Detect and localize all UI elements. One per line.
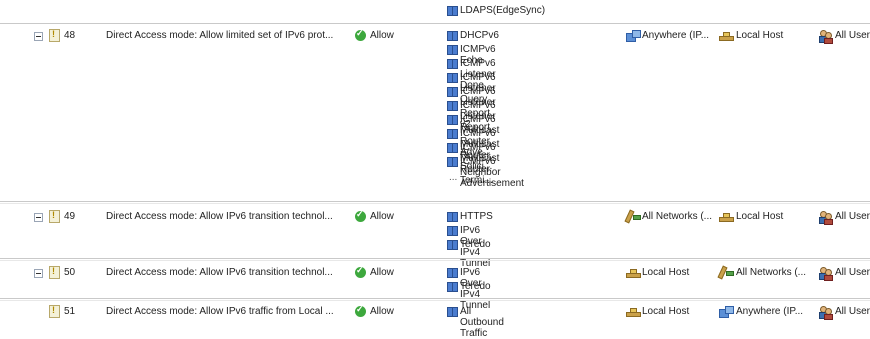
rule-from: Local Host [642, 267, 690, 278]
row-divider [0, 23, 870, 24]
firewall-rule-icon [49, 210, 60, 223]
protocol-icon [447, 87, 458, 97]
collapse-minus-icon[interactable] [34, 32, 43, 41]
firewall-rule-icon [49, 29, 60, 42]
protocol-icon [447, 31, 458, 41]
row-divider [0, 203, 870, 204]
protocol-label: HTTPS [460, 211, 493, 222]
protocol-label: All Outbound Traffic [460, 306, 504, 339]
protocol-label: Teredo [460, 239, 491, 250]
rule-name[interactable]: Direct Access mode: Allow IPv6 transitio… [106, 211, 333, 222]
row-divider [0, 300, 870, 301]
all-networks-icon [717, 265, 734, 280]
protocol-icon [447, 129, 458, 139]
protocol-item: LDAPS(EdgeSync) [447, 5, 587, 19]
row-divider [0, 298, 870, 299]
protocol-label: Teredo [460, 281, 491, 292]
protocol-label: LDAPS(EdgeSync) [460, 5, 546, 16]
protocol-icon [447, 73, 458, 83]
rule-number: 49 [64, 211, 76, 222]
local-host-icon [626, 269, 641, 278]
protocol-icon [447, 307, 458, 317]
collapse-minus-icon[interactable] [34, 213, 43, 222]
rule-name[interactable]: Direct Access mode: Allow IPv6 transitio… [106, 267, 333, 278]
row-divider [0, 201, 870, 202]
firewall-rule-icon [49, 266, 60, 279]
firewall-rule-icon [49, 305, 60, 318]
protocol-label: ICMPv6 Neighbor Advertisement [460, 156, 524, 189]
rule-action: Allow [370, 211, 394, 222]
allow-check-icon [355, 28, 366, 41]
rule-to: Local Host [736, 30, 784, 41]
protocol-icon [447, 59, 458, 69]
rule-number: 51 [64, 306, 76, 317]
rule-users: All User [835, 306, 870, 317]
rule-users: All User [835, 267, 870, 278]
protocol-icon [447, 282, 458, 292]
protocol-icon [447, 6, 458, 16]
users-icon [819, 306, 833, 320]
local-host-icon [626, 308, 641, 317]
rule-number: 50 [64, 267, 76, 278]
allow-check-icon [355, 209, 366, 222]
users-icon [819, 30, 833, 44]
protocol-icon [447, 143, 458, 153]
rule-from: All Networks (... [642, 211, 713, 222]
rule-action: Allow [370, 306, 394, 317]
protocol-icon [447, 45, 458, 55]
rule-users: All User [835, 211, 870, 222]
row-divider [0, 258, 870, 259]
all-networks-icon [624, 209, 641, 224]
collapse-minus-icon[interactable] [34, 269, 43, 278]
protocol-icon [447, 101, 458, 111]
protocol-icon [447, 157, 458, 167]
protocol-label: DHCPv6 [460, 30, 499, 41]
rule-users: All User [835, 30, 870, 41]
local-host-icon [719, 32, 734, 41]
rule-to: Anywhere (IP... [736, 306, 804, 317]
allow-check-icon [355, 304, 366, 317]
rule-from: Local Host [642, 306, 690, 317]
protocol-icon [447, 240, 458, 250]
rule-action: Allow [370, 267, 394, 278]
rule-to: Local Host [736, 211, 784, 222]
allow-check-icon [355, 265, 366, 278]
network-icon [626, 30, 641, 42]
rule-action: Allow [370, 30, 394, 41]
users-icon [819, 211, 833, 225]
row-divider [0, 260, 870, 261]
rule-name[interactable]: Direct Access mode: Allow IPv6 traffic f… [106, 306, 334, 317]
rule-number: 48 [64, 30, 76, 41]
network-icon [719, 306, 734, 318]
protocol-icon [447, 268, 458, 278]
local-host-icon [719, 213, 734, 222]
rule-from: Anywhere (IP... [642, 30, 710, 41]
rule-to: All Networks (... [736, 267, 807, 278]
more-protocols: ... [449, 172, 458, 183]
protocol-icon [447, 226, 458, 236]
protocol-icon [447, 212, 458, 222]
rule-name[interactable]: Direct Access mode: Allow limited set of… [106, 30, 333, 41]
protocol-icon [447, 115, 458, 125]
users-icon [819, 267, 833, 281]
